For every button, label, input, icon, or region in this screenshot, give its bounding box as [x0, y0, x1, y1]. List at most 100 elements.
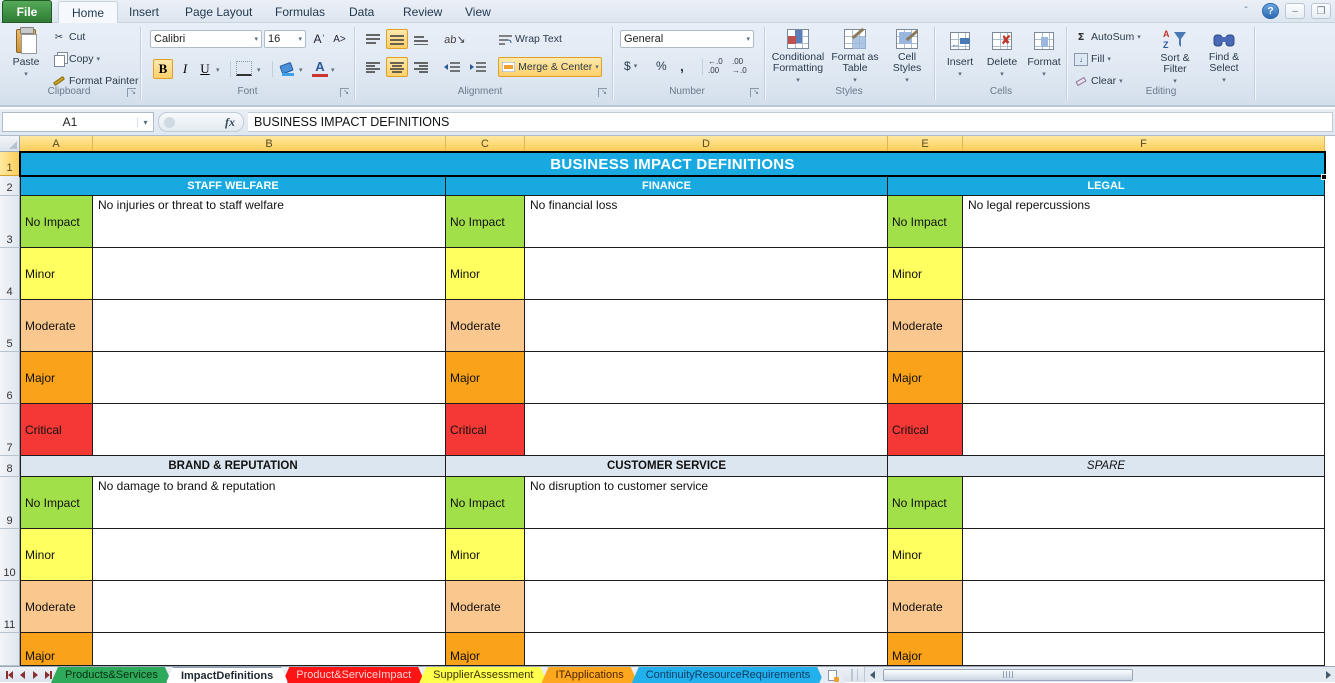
row-header-8[interactable]: 8 — [0, 456, 20, 477]
align-top-icon[interactable] — [362, 29, 384, 49]
fill-handle[interactable] — [1321, 174, 1327, 180]
level-cell[interactable]: No Impact — [446, 196, 525, 248]
empty-cell[interactable] — [525, 581, 888, 633]
fill-button[interactable]: ↓ Fill▾ — [1074, 50, 1134, 68]
sheet-tab-it-applications[interactable]: ITApplications — [541, 667, 637, 683]
sort-filter-button[interactable]: AZ Sort & Filter — [1152, 26, 1198, 86]
empty-cell[interactable] — [93, 581, 446, 633]
row-header-10[interactable]: 10 — [0, 529, 20, 581]
number-dialog-launcher-icon[interactable] — [750, 88, 759, 97]
paste-button[interactable]: Paste — [4, 26, 48, 86]
formula-input[interactable]: BUSINESS IMPACT DEFINITIONS — [248, 112, 1333, 132]
sheet-tab-impact-definitions[interactable]: ImpactDefinitions — [166, 667, 288, 683]
empty-cell[interactable] — [963, 300, 1325, 352]
font-name-select[interactable]: Calibri▾ — [150, 30, 262, 48]
header-staff-welfare[interactable]: STAFF WELFARE — [20, 176, 446, 196]
orientation-icon[interactable]: ab↘ — [441, 29, 469, 49]
tab-scroll-splitter[interactable] — [851, 669, 858, 681]
insert-cells-button[interactable]: ← Insert — [940, 26, 980, 86]
empty-cell[interactable] — [963, 529, 1325, 581]
empty-cell[interactable] — [963, 404, 1325, 456]
empty-cell[interactable] — [93, 248, 446, 300]
level-cell[interactable]: Minor — [20, 529, 93, 581]
wrap-text-button[interactable]: Wrap Text — [498, 30, 588, 48]
empty-cell[interactable] — [525, 352, 888, 404]
align-bottom-icon[interactable] — [410, 29, 432, 49]
level-cell[interactable]: Minor — [446, 248, 525, 300]
level-cell[interactable]: Moderate — [888, 300, 963, 352]
cell-styles-button[interactable]: Cell Styles — [884, 26, 930, 86]
tab-data[interactable]: Data — [336, 1, 387, 23]
header-finance[interactable]: FINANCE — [446, 176, 888, 196]
insert-worksheet-button[interactable] — [819, 667, 845, 683]
bold-button[interactable]: B — [153, 59, 173, 79]
italic-button[interactable]: I — [176, 59, 194, 79]
level-cell[interactable]: Critical — [888, 404, 963, 456]
fill-color-dropdown-icon[interactable]: ▾ — [299, 66, 303, 74]
header-legal[interactable]: LEGAL — [888, 176, 1325, 196]
next-sheet-icon[interactable] — [29, 669, 41, 681]
empty-cell[interactable] — [963, 248, 1325, 300]
empty-cell[interactable] — [93, 300, 446, 352]
sheet-tab-products-services[interactable]: Products&Services — [51, 667, 172, 683]
select-all-corner[interactable] — [0, 136, 20, 152]
comma-format-button[interactable]: , — [680, 57, 692, 75]
decrease-decimal-icon[interactable]: .00→.0 — [732, 57, 754, 75]
merge-center-button[interactable]: Merge & Center▾ — [498, 57, 602, 77]
level-cell[interactable]: Minor — [888, 248, 963, 300]
empty-cell[interactable] — [525, 529, 888, 581]
level-cell[interactable]: Moderate — [20, 300, 93, 352]
level-cell[interactable]: Major — [888, 352, 963, 404]
borders-dropdown-icon[interactable]: ▾ — [257, 66, 261, 74]
align-left-icon[interactable] — [362, 57, 384, 77]
find-select-button[interactable]: Find & Select — [1200, 26, 1248, 86]
row-header-5[interactable]: 5 — [0, 300, 20, 352]
file-tab[interactable]: File — [2, 0, 52, 23]
cut-button[interactable]: ✂ Cut — [52, 28, 138, 46]
empty-cell[interactable] — [963, 352, 1325, 404]
autosum-button[interactable]: Σ AutoSum▾ — [1074, 28, 1148, 46]
conditional-formatting-button[interactable]: Conditional Formatting — [770, 26, 826, 86]
empty-cell[interactable] — [525, 404, 888, 456]
empty-cell[interactable] — [93, 352, 446, 404]
level-cell[interactable]: Minor — [446, 529, 525, 581]
minimize-ribbon-icon[interactable]: ˆ — [1236, 3, 1256, 19]
row-header-11[interactable]: 11 — [0, 581, 20, 633]
empty-cell[interactable] — [525, 248, 888, 300]
align-right-icon[interactable] — [410, 57, 432, 77]
help-icon[interactable]: ? — [1262, 3, 1279, 19]
alignment-dialog-launcher-icon[interactable] — [598, 88, 607, 97]
empty-cell[interactable] — [963, 633, 1325, 666]
sheet-tab-product-service-impact[interactable]: Product&ServiceImpact — [282, 667, 425, 683]
scrollbar-thumb[interactable] — [883, 669, 1133, 681]
description-cell[interactable]: No financial loss — [525, 196, 888, 248]
level-cell[interactable]: Major — [446, 352, 525, 404]
tab-insert[interactable]: Insert — [116, 1, 172, 23]
level-cell[interactable]: Critical — [20, 404, 93, 456]
row-header-9[interactable]: 9 — [0, 477, 20, 529]
scroll-right-icon[interactable] — [1321, 668, 1335, 682]
align-center-icon[interactable] — [386, 57, 408, 77]
first-sheet-icon[interactable] — [3, 669, 15, 681]
increase-indent-icon[interactable] — [466, 57, 490, 77]
description-cell[interactable]: No damage to brand & reputation — [93, 477, 446, 529]
row-header-3[interactable]: 3 — [0, 196, 20, 248]
column-header-b[interactable]: B — [93, 136, 446, 152]
header-customer-service[interactable]: CUSTOMER SERVICE — [446, 456, 888, 477]
increase-decimal-icon[interactable]: ←.0.00 — [708, 57, 730, 75]
insert-function-area[interactable]: fx — [158, 112, 244, 132]
level-cell[interactable]: Moderate — [446, 300, 525, 352]
borders-icon[interactable] — [236, 61, 252, 76]
number-format-select[interactable]: General▾ — [620, 30, 754, 48]
format-cells-button[interactable]: Format — [1024, 26, 1064, 86]
name-box[interactable]: A1 ▾ — [2, 112, 154, 132]
minimize-window-icon[interactable]: – — [1285, 3, 1305, 19]
row-header-7[interactable]: 7 — [0, 404, 20, 456]
sheet-tab-supplier-assessment[interactable]: SupplierAssessment — [419, 667, 547, 683]
align-middle-icon[interactable] — [386, 29, 408, 49]
decrease-font-icon[interactable]: A˃ — [330, 30, 349, 48]
column-header-f[interactable]: F — [963, 136, 1325, 152]
tab-page-layout[interactable]: Page Layout — [172, 1, 265, 23]
level-cell[interactable]: Minor — [888, 529, 963, 581]
header-spare[interactable]: SPARE — [888, 456, 1325, 477]
